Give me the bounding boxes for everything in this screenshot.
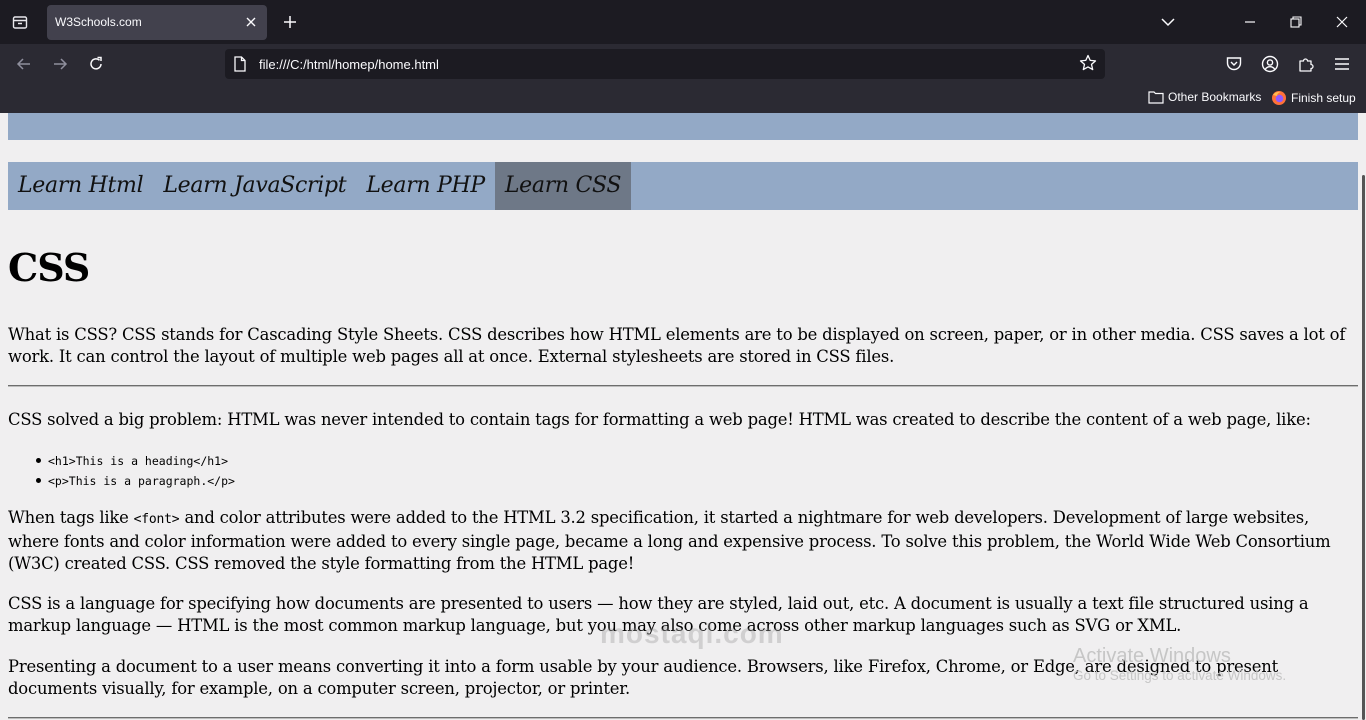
firefox-icon [1272, 91, 1286, 105]
close-icon[interactable] [1332, 12, 1352, 32]
divider [8, 717, 1358, 719]
page-icon [233, 56, 249, 72]
bookmarks-toolbar: Other Bookmarks Finish setup [0, 84, 1366, 113]
list-item: <h1>This is a heading</h1> [36, 451, 235, 471]
history-text-after: and color attributes were added to the H… [8, 508, 1331, 573]
scrollbar-thumb[interactable] [1362, 175, 1365, 720]
problem-paragraph: CSS solved a big problem: HTML was never… [8, 410, 1311, 429]
list-item: <p>This is a paragraph.</p> [36, 471, 235, 491]
arrow-left-icon[interactable] [12, 52, 36, 76]
history-text-before: When tags like [8, 508, 134, 527]
activate-windows-title: Activate Windows [1073, 645, 1231, 667]
site-menu: Learn Html Learn JavaScript Learn PHP Le… [8, 162, 1358, 210]
tab-strip: W3Schools.com [0, 0, 1366, 44]
other-bookmarks-label: Other Bookmarks [1168, 90, 1262, 104]
watermark-logo-text: mostaql.com [600, 618, 784, 649]
navigation-toolbar: file:///C:/html/homep/home.html [0, 44, 1366, 84]
tab-list-icon[interactable] [8, 10, 32, 34]
plus-icon[interactable] [280, 12, 300, 32]
divider [8, 385, 1358, 387]
activate-windows-subtitle: Go to Settings to activate Windows. [1073, 668, 1287, 683]
vertical-scrollbar[interactable] [1358, 113, 1366, 720]
close-tab-icon[interactable] [243, 14, 259, 30]
restore-icon[interactable] [1286, 12, 1306, 32]
url-text[interactable]: file:///C:/html/homep/home.html [259, 57, 439, 72]
finish-setup-label: Finish setup [1291, 91, 1356, 105]
other-bookmarks[interactable]: Other Bookmarks [1148, 90, 1261, 104]
minimize-icon[interactable] [1240, 12, 1260, 32]
reload-icon[interactable] [84, 52, 108, 76]
account-icon[interactable] [1259, 53, 1281, 75]
code-example-list: <h1>This is a heading</h1> <p>This is a … [36, 451, 235, 491]
tab-title: W3Schools.com [55, 15, 142, 29]
puzzle-icon[interactable] [1295, 53, 1317, 75]
star-icon[interactable] [1079, 54, 1099, 74]
active-tab[interactable]: W3Schools.com [47, 5, 267, 40]
hamburger-icon[interactable] [1331, 53, 1353, 75]
chevron-down-icon[interactable] [1158, 12, 1178, 32]
page-viewport: Learn Html Learn JavaScript Learn PHP Le… [0, 113, 1366, 720]
intro-paragraph: What is CSS? CSS stands for Cascading St… [8, 325, 1346, 366]
page-title: CSS [8, 245, 90, 290]
activate-windows-watermark: Activate Windows Go to Settings to activ… [1073, 645, 1286, 683]
history-paragraph: When tags like <font> and color attribut… [8, 507, 1360, 575]
menu-link-html[interactable]: Learn Html [8, 162, 153, 210]
inline-code: <font> [133, 512, 180, 527]
watermark-logo: mostaql.com [600, 618, 784, 650]
finish-setup[interactable]: Finish setup [1271, 90, 1356, 106]
folder-icon [1148, 91, 1164, 104]
arrow-right-icon[interactable] [48, 52, 72, 76]
menu-link-css[interactable]: Learn CSS [494, 162, 632, 210]
header-band [8, 113, 1358, 140]
menu-link-javascript[interactable]: Learn JavaScript [153, 162, 356, 210]
pocket-icon[interactable] [1223, 53, 1245, 75]
url-bar[interactable]: file:///C:/html/homep/home.html [225, 49, 1105, 79]
menu-link-php[interactable]: Learn PHP [356, 162, 495, 210]
